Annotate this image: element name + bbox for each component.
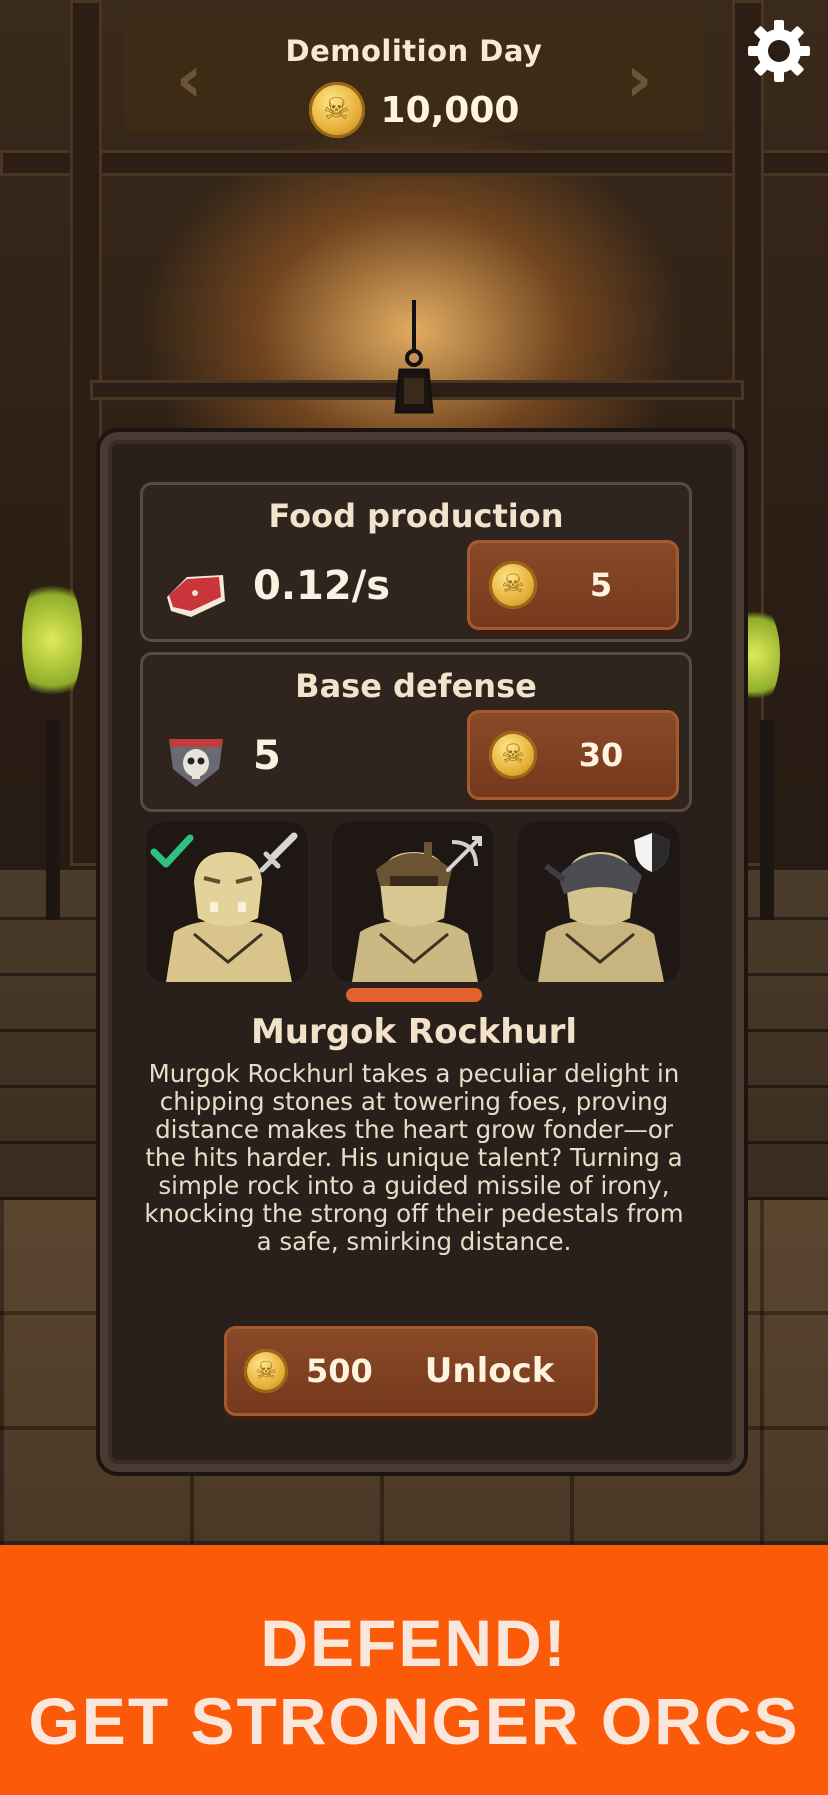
- crossbow-icon: [446, 836, 482, 872]
- orc-name: Murgok Rockhurl: [250, 1012, 578, 1052]
- ceiling-beam: [0, 150, 828, 176]
- selected-orc-indicator: [346, 988, 482, 1002]
- meat-icon: [167, 575, 225, 617]
- base-defense-title: Base defense: [295, 667, 537, 705]
- coin-icon: [308, 82, 365, 138]
- food-production-box: Food production 0.12/s 5: [140, 482, 692, 642]
- base-defense-value: 5: [253, 733, 281, 779]
- coin-balance: 10,000: [124, 82, 704, 138]
- coin-icon: [489, 561, 537, 609]
- orc-description: Murgok Rockhurl takes a peculiar delight…: [144, 1059, 684, 1256]
- skull-shield-icon: [169, 739, 223, 787]
- lantern-icon: [394, 300, 434, 414]
- shield-icon: [634, 833, 670, 872]
- food-production-title: Food production: [268, 497, 564, 535]
- left-torch-flame: [22, 570, 82, 710]
- coin-balance-value: 10,000: [380, 89, 520, 131]
- food-production-value: 0.12/s: [253, 563, 391, 609]
- base-defense-box: Base defense 5 30: [140, 652, 692, 812]
- sword-icon: [259, 832, 298, 873]
- orc-card-warrior[interactable]: [146, 822, 308, 982]
- coin-icon: [244, 1349, 288, 1393]
- orc-card-rockhurler[interactable]: [332, 822, 494, 982]
- banner-line-2: GET STRONGER ORCS: [28, 1684, 800, 1758]
- upgrade-defense-button[interactable]: 30: [467, 710, 679, 800]
- upgrade-defense-cost: 30: [578, 736, 624, 774]
- unlock-button[interactable]: 500 Unlock: [224, 1326, 598, 1416]
- promo-banner: DEFEND! GET STRONGER ORCS: [0, 1545, 828, 1795]
- upgrade-food-button[interactable]: 5: [467, 540, 679, 630]
- right-torch: [760, 720, 774, 920]
- checkmark-icon: [150, 834, 194, 868]
- upgrade-food-cost: 5: [589, 566, 613, 604]
- level-header: ‹ › Demolition Day 10,000: [124, 12, 704, 138]
- unlock-price: 500: [306, 1352, 373, 1390]
- orc-card-defender[interactable]: [518, 822, 680, 982]
- left-torch: [46, 720, 60, 920]
- banner-line-1: DEFEND!: [260, 1606, 568, 1680]
- unlock-label: Unlock: [424, 1351, 555, 1391]
- coin-icon: [489, 731, 537, 779]
- left-pillar: [70, 0, 102, 866]
- level-title: Demolition Day: [285, 34, 543, 68]
- gear-icon[interactable]: [746, 18, 812, 84]
